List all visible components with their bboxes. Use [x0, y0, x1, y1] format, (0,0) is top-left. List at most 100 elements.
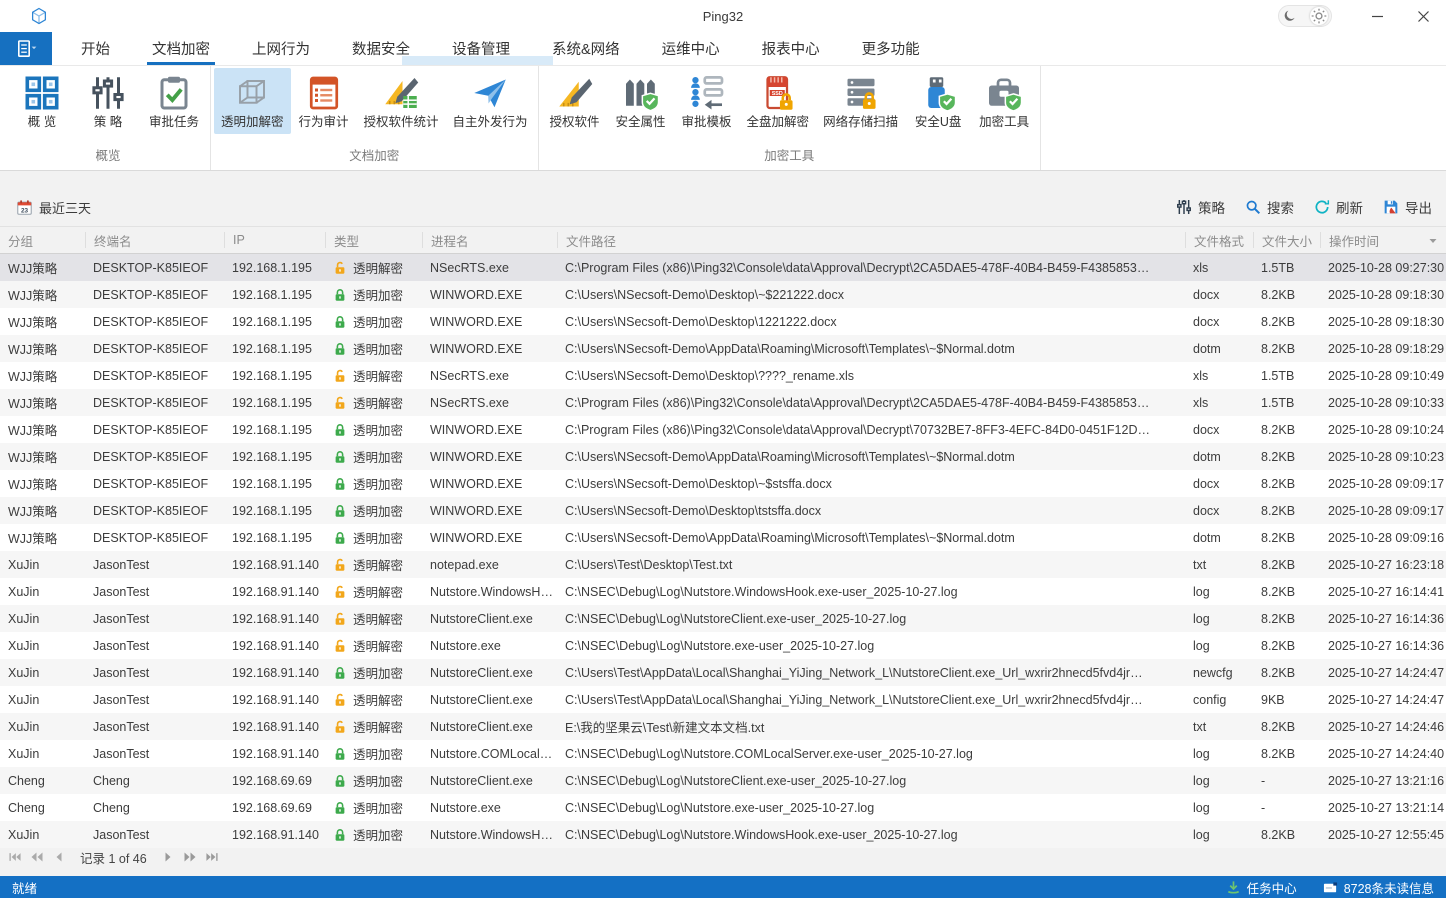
tab-internet-behavior[interactable]: 上网行为: [231, 32, 331, 65]
ribbon-button-overview[interactable]: 概 览: [9, 68, 75, 134]
table-row[interactable]: ChengCheng192.168.69.69透明加密Nutstore.exeC…: [0, 794, 1446, 821]
table-row[interactable]: WJJ策略DESKTOP-K85IEOF192.168.1.195透明加密WIN…: [0, 308, 1446, 335]
column-header-time[interactable]: 操作时间: [1320, 232, 1446, 248]
column-header-size[interactable]: 文件大小: [1253, 232, 1320, 248]
table-row[interactable]: XuJinJasonTest192.168.91.140透明解密Nutstore…: [0, 713, 1446, 740]
chevron-down-icon[interactable]: [1428, 235, 1438, 245]
table-row[interactable]: XuJinJasonTest192.168.91.140透明解密Nutstore…: [0, 578, 1446, 605]
ribbon-button-network-storage-scan[interactable]: 网络存储扫描: [816, 68, 905, 134]
unread-messages-label: 8728条未读信息: [1344, 878, 1434, 897]
minimize-button[interactable]: [1354, 0, 1400, 32]
column-header-group[interactable]: 分组: [0, 232, 85, 248]
table-row[interactable]: WJJ策略DESKTOP-K85IEOF192.168.1.195透明解密NSe…: [0, 389, 1446, 416]
date-range-filter[interactable]: 23 最近三天: [16, 198, 91, 217]
table-row[interactable]: XuJinJasonTest192.168.91.140透明解密Nutstore…: [0, 632, 1446, 659]
prev-group-button[interactable]: [30, 851, 43, 863]
cell-ip: 192.168.1.195: [224, 369, 325, 383]
tab-more-features[interactable]: 更多功能: [841, 32, 941, 65]
table-row[interactable]: XuJinJasonTest192.168.91.140透明解密notepad.…: [0, 551, 1446, 578]
ribbon-button-approval-templates[interactable]: 审批模板: [674, 68, 740, 134]
table-row[interactable]: XuJinJasonTest192.168.91.140透明解密Nutstore…: [0, 686, 1446, 713]
refresh-button[interactable]: 刷新: [1314, 197, 1363, 217]
table-row[interactable]: WJJ策略DESKTOP-K85IEOF192.168.1.195透明加密WIN…: [0, 281, 1446, 308]
ribbon-button-transparent-encryption[interactable]: 透明加解密: [214, 68, 291, 134]
cell-format: log: [1185, 774, 1253, 788]
table-row[interactable]: XuJinJasonTest192.168.91.140透明加密Nutstore…: [0, 821, 1446, 848]
cell-terminal: Cheng: [85, 774, 224, 788]
stats-ruler-icon: [383, 75, 419, 111]
table-row[interactable]: WJJ策略DESKTOP-K85IEOF192.168.1.195透明加密WIN…: [0, 335, 1446, 362]
app-menu-button[interactable]: [0, 32, 52, 65]
cell-size: -: [1253, 801, 1320, 815]
column-header-path[interactable]: 文件路径: [557, 232, 1185, 248]
cell-size: 1.5TB: [1253, 369, 1320, 383]
column-header-type[interactable]: 类型: [325, 232, 422, 248]
cell-type: 透明加密: [325, 312, 422, 331]
column-label: 终端名: [94, 232, 132, 248]
tab-ops-center[interactable]: 运维中心: [641, 32, 741, 65]
ssd-lock-icon: SSD: [760, 75, 796, 111]
cell-group: XuJin: [0, 693, 85, 707]
ribbon-button-policy[interactable]: 策 略: [75, 68, 141, 134]
ribbon-button-encryption-tools[interactable]: 加密工具: [971, 68, 1037, 134]
tab-report-center[interactable]: 报表中心: [741, 32, 841, 65]
ribbon-button-approval-tasks[interactable]: 审批任务: [141, 68, 207, 134]
first-page-button[interactable]: [8, 851, 21, 863]
cell-time: 2025-10-27 14:24:40: [1320, 747, 1446, 761]
table-row[interactable]: WJJ策略DESKTOP-K85IEOF192.168.1.195透明解密NSe…: [0, 254, 1446, 281]
cell-type: 透明加密: [325, 339, 422, 358]
ribbon-button-full-disk-encryption[interactable]: SSD全盘加解密: [740, 68, 817, 134]
export-button[interactable]: 导出: [1383, 197, 1432, 217]
table-row[interactable]: WJJ策略DESKTOP-K85IEOF192.168.1.195透明加密WIN…: [0, 443, 1446, 470]
ribbon-button-secure-usb[interactable]: 安全U盘: [905, 68, 971, 134]
type-label: 透明加密: [353, 771, 403, 790]
ribbon-button-label: 安全属性: [616, 116, 666, 129]
date-range-label: 最近三天: [39, 198, 91, 217]
ribbon-button-behavior-audit[interactable]: 行为审计: [291, 68, 357, 134]
cell-group: XuJin: [0, 747, 85, 761]
cube-icon: [234, 75, 270, 111]
table-row[interactable]: WJJ策略DESKTOP-K85IEOF192.168.1.195透明加密WIN…: [0, 524, 1446, 551]
table-row[interactable]: XuJinJasonTest192.168.91.140透明加密Nutstore…: [0, 740, 1446, 767]
tab-doc-encryption[interactable]: 文档加密: [131, 32, 231, 65]
theme-toggle[interactable]: [1278, 5, 1332, 27]
table-row[interactable]: WJJ策略DESKTOP-K85IEOF192.168.1.195透明加密WIN…: [0, 416, 1446, 443]
next-page-button[interactable]: [162, 851, 175, 863]
close-button[interactable]: [1400, 0, 1446, 32]
unread-messages-button[interactable]: 8728条未读信息: [1323, 878, 1434, 897]
table-row[interactable]: WJJ策略DESKTOP-K85IEOF192.168.1.195透明解密NSe…: [0, 362, 1446, 389]
ribbon-button-security-attributes[interactable]: 安全属性: [608, 68, 674, 134]
cell-terminal: DESKTOP-K85IEOF: [85, 369, 224, 383]
cell-process: NutstoreClient.exe: [422, 693, 557, 707]
table-row[interactable]: WJJ策略DESKTOP-K85IEOF192.168.1.195透明加密WIN…: [0, 497, 1446, 524]
ribbon-button-authorized-software-stats[interactable]: 授权软件统计: [357, 68, 446, 134]
table-row[interactable]: ChengCheng192.168.69.69透明加密NutstoreClien…: [0, 767, 1446, 794]
type-label: 透明加密: [353, 744, 403, 763]
column-header-process[interactable]: 进程名: [422, 232, 557, 248]
cell-group: WJJ策略: [0, 393, 85, 412]
column-header-format[interactable]: 文件格式: [1185, 232, 1253, 248]
task-center-button[interactable]: 任务中心: [1226, 878, 1297, 897]
lock-closed-icon: [333, 450, 347, 464]
type-label: 透明解密: [353, 555, 403, 574]
cell-group: WJJ策略: [0, 312, 85, 331]
table-row[interactable]: WJJ策略DESKTOP-K85IEOF192.168.1.195透明加密WIN…: [0, 470, 1446, 497]
next-group-button[interactable]: [184, 851, 197, 863]
column-header-ip[interactable]: IP: [224, 232, 325, 248]
policy-button[interactable]: 策略: [1176, 197, 1225, 217]
table-row[interactable]: XuJinJasonTest192.168.91.140透明加密Nutstore…: [0, 659, 1446, 686]
column-header-terminal[interactable]: 终端名: [85, 232, 224, 248]
tab-home[interactable]: 开始: [60, 32, 131, 65]
search-button[interactable]: 搜索: [1245, 197, 1294, 217]
lock-closed-icon: [333, 666, 347, 680]
ribbon-button-authorized-software[interactable]: 授权软件: [542, 68, 608, 134]
table-row[interactable]: XuJinJasonTest192.168.91.140透明解密Nutstore…: [0, 605, 1446, 632]
cell-ip: 192.168.1.195: [224, 315, 325, 329]
cell-process: WINWORD.EXE: [422, 423, 557, 437]
cell-group: XuJin: [0, 828, 85, 842]
cell-time: 2025-10-27 14:24:47: [1320, 693, 1446, 707]
last-page-button[interactable]: [206, 851, 219, 863]
people-list-icon: [689, 75, 725, 111]
ribbon-button-self-outgoing[interactable]: 自主外发行为: [446, 68, 535, 134]
prev-page-button[interactable]: [52, 851, 65, 863]
